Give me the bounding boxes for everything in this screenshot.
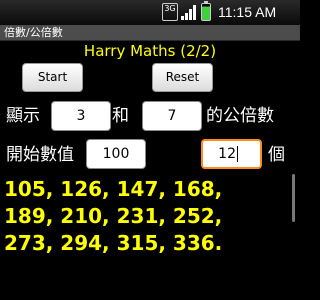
status-bar: 3G 11:15 AM bbox=[0, 0, 300, 25]
count-field[interactable]: 12 bbox=[201, 139, 262, 169]
page-heading: Harry Maths (2/2) bbox=[83, 42, 217, 60]
battery-icon bbox=[201, 1, 211, 21]
reset-button[interactable]: Reset bbox=[152, 63, 213, 92]
and-label: 和 bbox=[112, 106, 129, 126]
text-cursor bbox=[237, 146, 238, 162]
start-button[interactable]: Start bbox=[22, 63, 83, 92]
count-unit-label: 個 bbox=[268, 145, 285, 165]
status-time: 11:15 AM bbox=[218, 4, 277, 20]
app-title-bar: 倍數/公倍數 bbox=[0, 25, 300, 41]
signal-icon bbox=[181, 5, 196, 20]
result-line: 105, 126, 147, 168, bbox=[4, 177, 223, 201]
show-label: 顯示 bbox=[6, 106, 40, 126]
second-number-field[interactable]: 7 bbox=[142, 101, 202, 131]
scrollbar[interactable] bbox=[292, 174, 295, 222]
start-value-label: 開始數值 bbox=[6, 145, 74, 165]
first-number-field[interactable]: 3 bbox=[51, 101, 111, 131]
3g-icon: 3G bbox=[162, 3, 178, 21]
result-line: 189, 210, 231, 252, bbox=[4, 204, 223, 228]
start-value-field[interactable]: 100 bbox=[86, 139, 146, 169]
app-title: 倍數/公倍數 bbox=[4, 26, 63, 39]
count-value: 12 bbox=[218, 146, 236, 162]
common-multiple-label: 的公倍數 bbox=[206, 106, 274, 126]
result-line: 273, 294, 315, 336. bbox=[4, 231, 223, 255]
result-list: 105, 126, 147, 168, 189, 210, 231, 252, … bbox=[4, 176, 289, 257]
